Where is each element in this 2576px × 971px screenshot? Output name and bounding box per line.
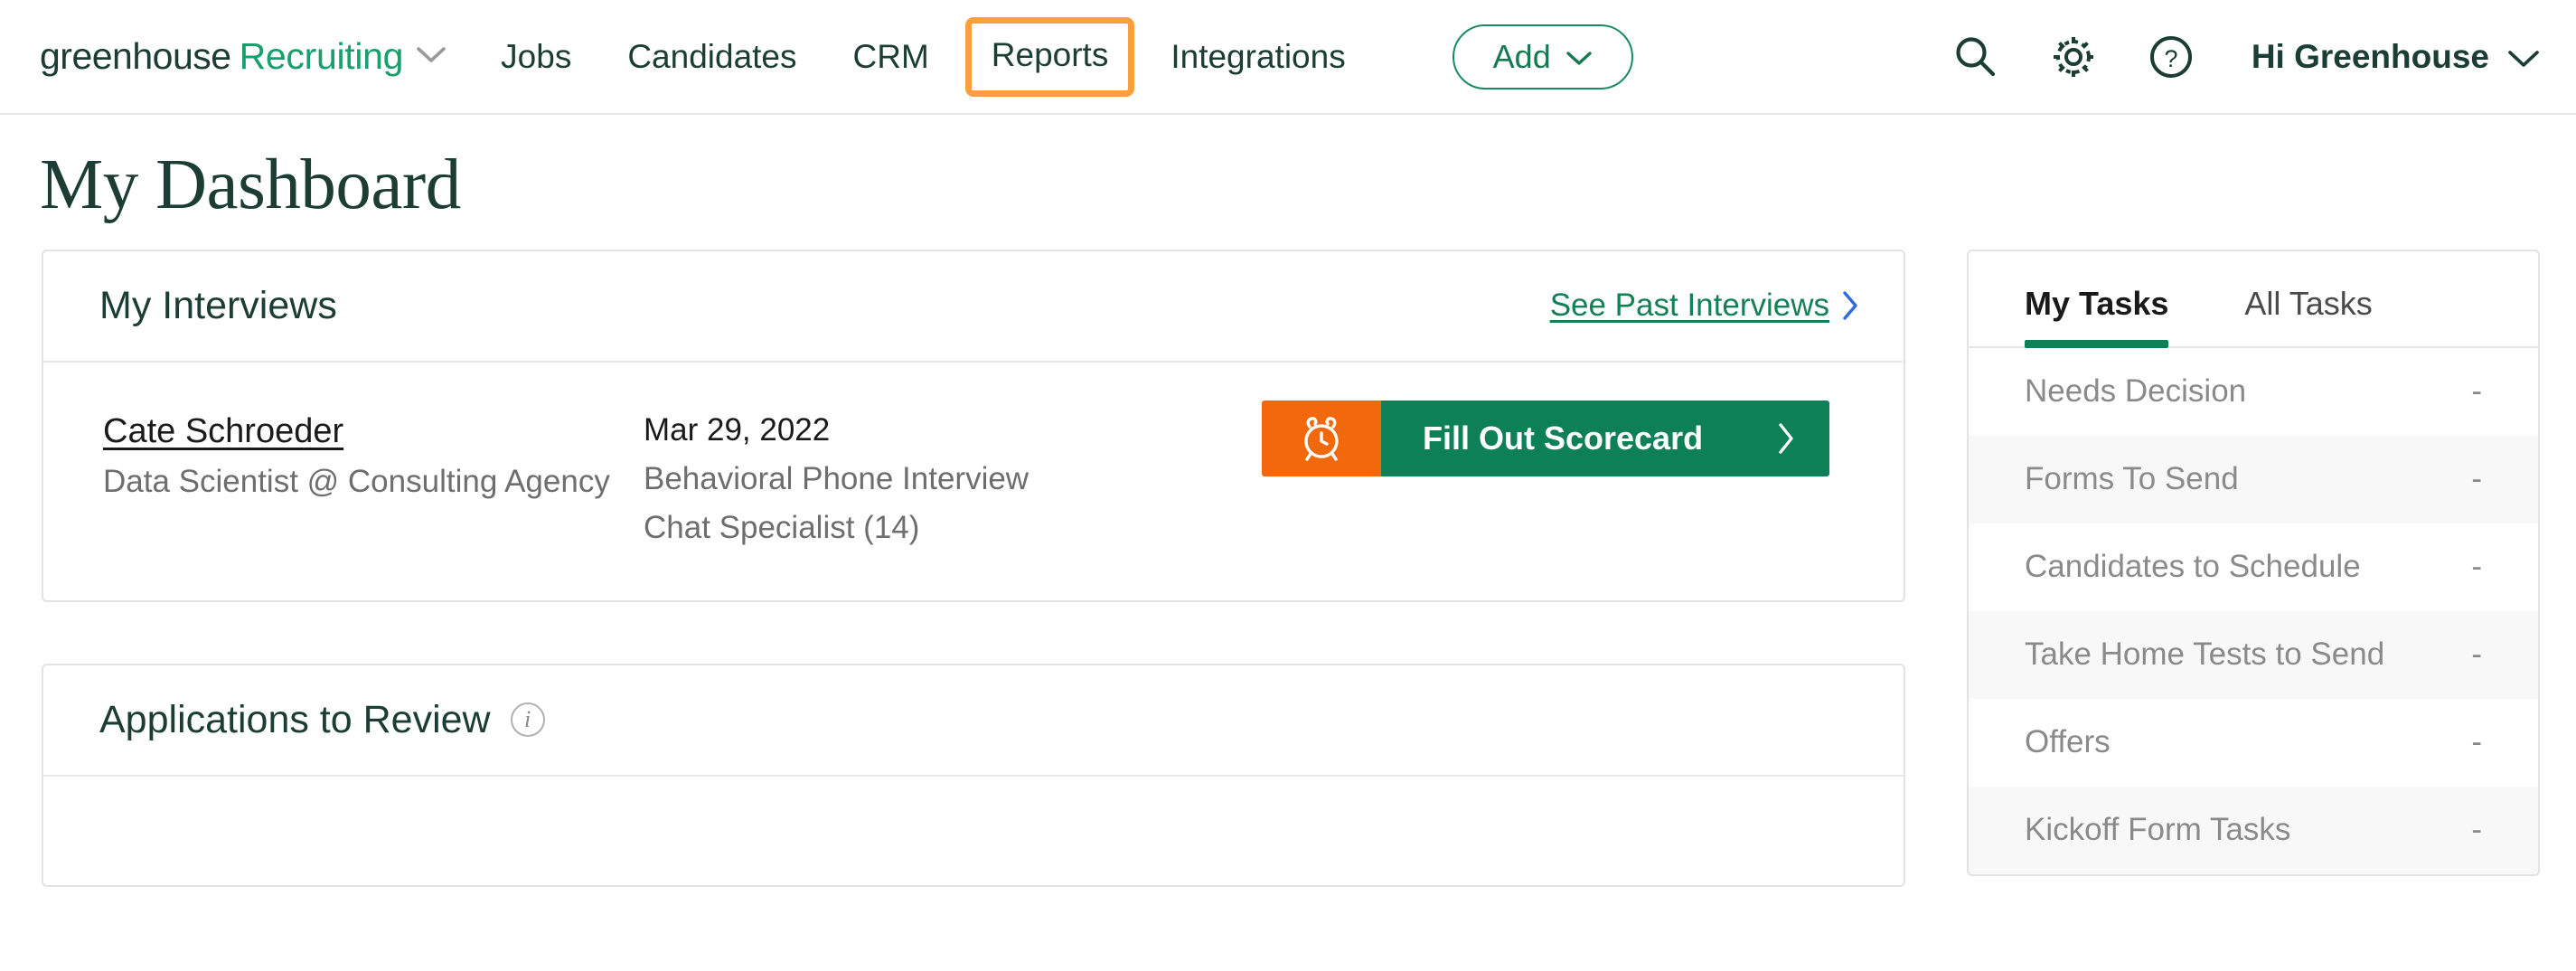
tasks-list: Needs Decision - Forms To Send - Candida… <box>1969 348 2538 874</box>
tasks-panel: My Tasks All Tasks Needs Decision - Form… <box>1967 250 2540 876</box>
nav-item-integrations[interactable]: Integrations <box>1170 38 1345 76</box>
candidate-role-text: Data Scientist @ Consulting Agency <box>103 464 631 500</box>
chevron-down-icon[interactable] <box>416 45 447 65</box>
candidate-name-link[interactable]: Cate Schroeder <box>103 412 343 451</box>
task-row-candidates-to-schedule[interactable]: Candidates to Schedule - <box>1969 523 2538 611</box>
task-label: Offers <box>2025 724 2111 760</box>
user-menu[interactable]: Hi Greenhouse <box>2252 38 2540 76</box>
task-value: - <box>2471 636 2482 673</box>
applications-to-review-header: Applications to Review i <box>43 665 1904 777</box>
task-value: - <box>2471 724 2482 760</box>
page-title: My Dashboard <box>40 148 2576 223</box>
primary-nav-links: Jobs Candidates CRM Reports Integrations <box>501 17 1402 97</box>
task-row-kickoff-form-tasks[interactable]: Kickoff Form Tasks - <box>1969 787 2538 874</box>
applications-to-review-title-text: Applications to Review <box>99 698 491 742</box>
see-past-interviews-label: See Past Interviews <box>1550 288 1829 324</box>
applications-to-review-title: Applications to Review i <box>99 698 545 742</box>
gear-icon[interactable] <box>2040 24 2107 90</box>
right-column: My Tasks All Tasks Needs Decision - Form… <box>1967 250 2540 876</box>
nav-item-jobs[interactable]: Jobs <box>501 38 571 76</box>
fill-out-scorecard-button[interactable]: Fill Out Scorecard <box>1262 401 1829 476</box>
task-label: Needs Decision <box>2025 373 2246 410</box>
my-interviews-card-header: My Interviews See Past Interviews <box>43 251 1904 363</box>
left-column: My Interviews See Past Interviews Cate S… <box>42 250 1905 887</box>
task-row-forms-to-send[interactable]: Forms To Send - <box>1969 436 2538 523</box>
brand-secondary-text: Recruiting <box>240 35 404 78</box>
user-greeting-label: Hi Greenhouse <box>2252 38 2489 76</box>
search-icon[interactable] <box>1942 24 2009 90</box>
task-label: Forms To Send <box>2025 461 2239 497</box>
info-icon[interactable]: i <box>511 702 545 737</box>
interview-job: Chat Specialist (14) <box>644 510 1904 546</box>
see-past-interviews-link[interactable]: See Past Interviews <box>1550 288 1860 324</box>
task-row-offers[interactable]: Offers - <box>1969 699 2538 787</box>
add-button-label: Add <box>1493 38 1551 76</box>
svg-text:?: ? <box>2164 45 2177 72</box>
tab-all-tasks[interactable]: All Tasks <box>2244 285 2372 346</box>
tab-my-tasks[interactable]: My Tasks <box>2025 285 2168 346</box>
top-navigation-bar: greenhouse Recruiting Jobs Candidates CR… <box>0 0 2576 115</box>
applications-to-review-body <box>43 777 1904 885</box>
chevron-right-icon <box>1775 421 1797 456</box>
task-value: - <box>2471 549 2482 585</box>
interview-candidate-cell: Cate Schroeder Data Scientist @ Consulti… <box>43 412 631 500</box>
task-value: - <box>2471 373 2482 410</box>
task-label: Candidates to Schedule <box>2025 549 2361 585</box>
my-interviews-card: My Interviews See Past Interviews Cate S… <box>42 250 1905 602</box>
task-value: - <box>2471 461 2482 497</box>
fill-out-scorecard-body: Fill Out Scorecard <box>1381 401 1829 476</box>
task-row-take-home-tests-to-send[interactable]: Take Home Tests to Send - <box>1969 611 2538 699</box>
brand-primary-text: greenhouse <box>40 35 231 78</box>
tasks-tab-bar: My Tasks All Tasks <box>1969 251 2538 348</box>
brand-logo[interactable]: greenhouse Recruiting <box>40 35 447 78</box>
interview-row: Cate Schroeder Data Scientist @ Consulti… <box>43 363 1904 600</box>
fill-out-scorecard-label: Fill Out Scorecard <box>1423 420 1703 457</box>
nav-right-actions: ? Hi Greenhouse <box>1912 0 2540 113</box>
task-label: Kickoff Form Tasks <box>2025 812 2290 848</box>
chevron-down-icon <box>1565 50 1593 68</box>
task-label: Take Home Tests to Send <box>2025 636 2384 673</box>
main-content: My Interviews See Past Interviews Cate S… <box>0 250 2576 887</box>
task-row-needs-decision[interactable]: Needs Decision - <box>1969 348 2538 436</box>
my-interviews-title: My Interviews <box>99 284 337 328</box>
chevron-down-icon <box>2507 48 2540 70</box>
question-circle-icon[interactable]: ? <box>2138 24 2205 90</box>
nav-item-candidates[interactable]: Candidates <box>627 38 796 76</box>
alarm-clock-icon <box>1262 401 1381 476</box>
nav-item-reports[interactable]: Reports <box>965 17 1135 97</box>
chevron-right-icon <box>1840 289 1860 322</box>
nav-item-crm[interactable]: CRM <box>853 38 929 76</box>
add-button[interactable]: Add <box>1453 24 1633 90</box>
task-value: - <box>2471 812 2482 848</box>
applications-to-review-card: Applications to Review i <box>42 664 1905 887</box>
